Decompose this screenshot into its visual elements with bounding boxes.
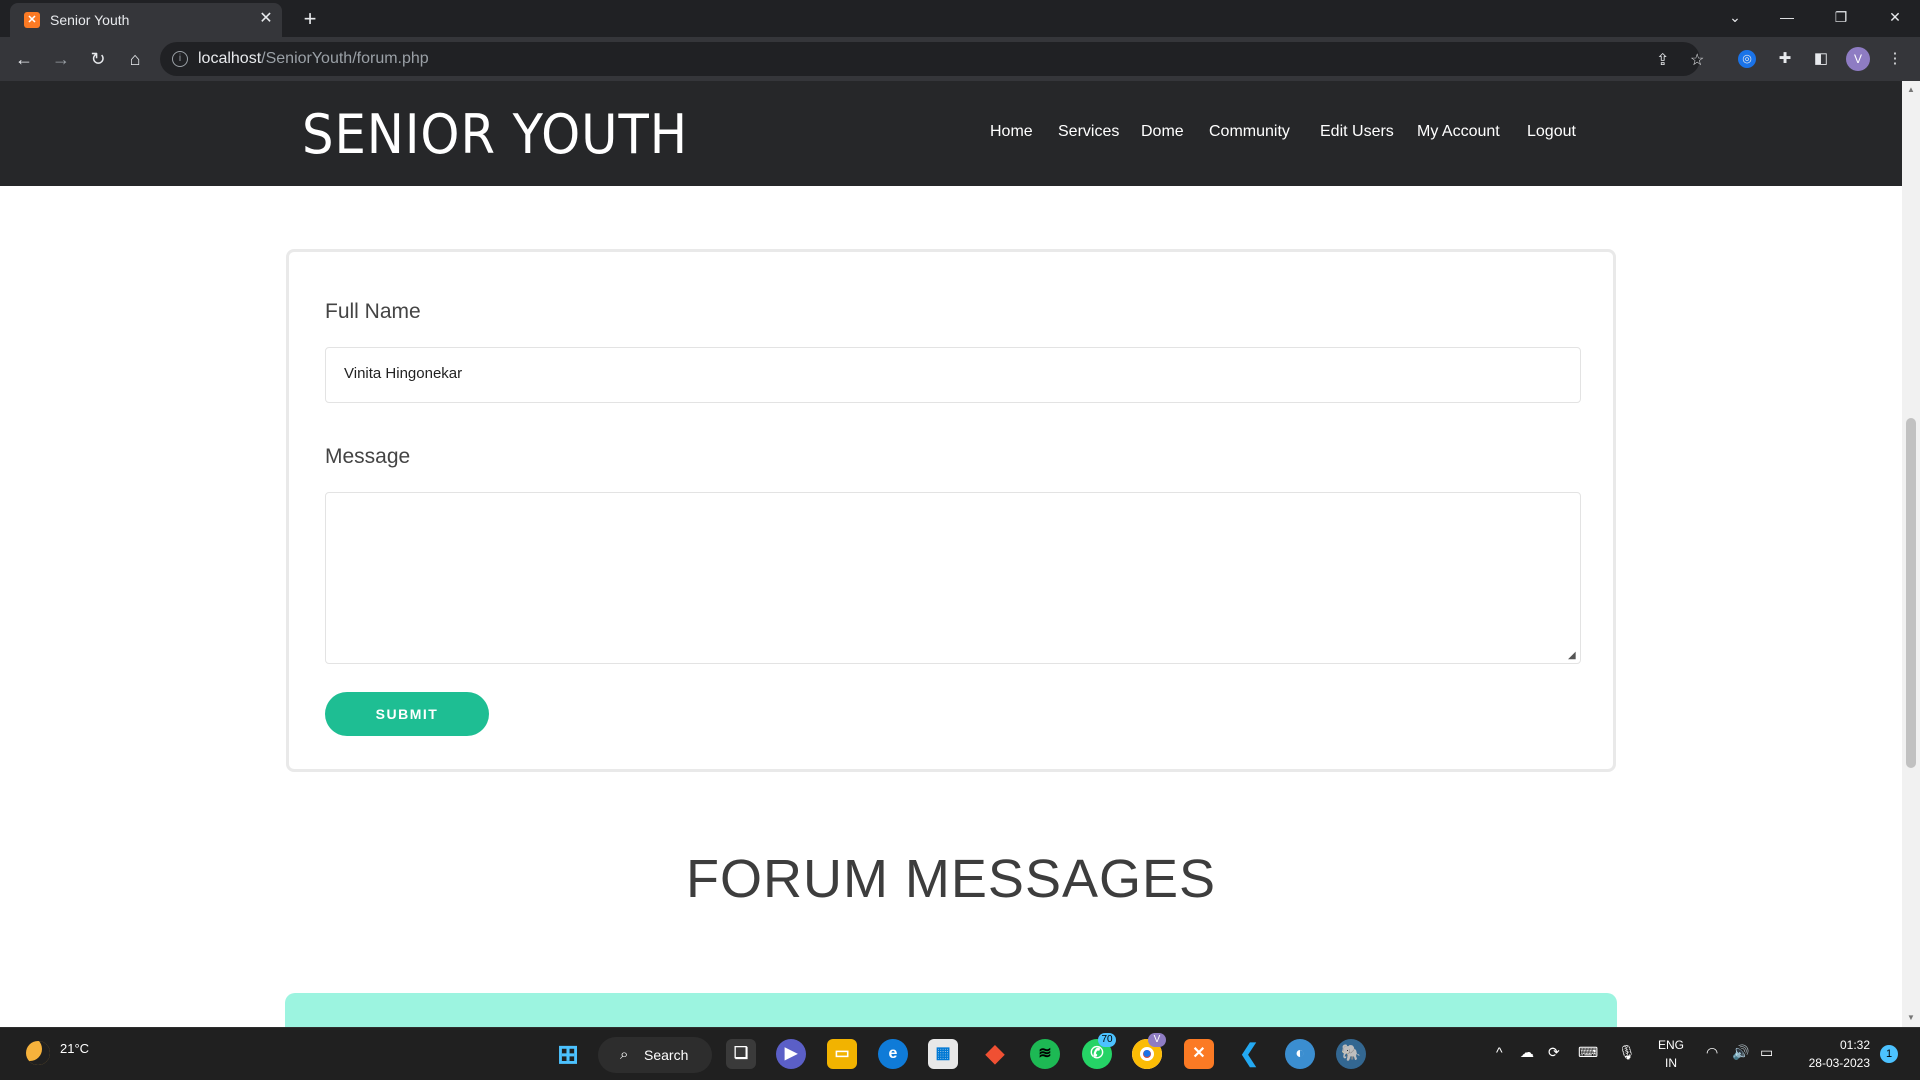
nav-services[interactable]: Services — [1058, 123, 1119, 141]
full-name-input[interactable]: Vinita Hingonekar — [325, 347, 1581, 403]
nav-my-account[interactable]: My Account — [1417, 123, 1500, 141]
extensions-puzzle-icon[interactable]: ✚ — [1774, 48, 1796, 70]
new-tab-button[interactable]: + — [296, 6, 324, 34]
windows-taskbar: 21°C ⊞ ⌕ Search ❏ ▶ ▭ e ▦ ◆ ≋ ✆ 70 ● V ✕… — [0, 1027, 1920, 1080]
volume-icon[interactable]: 🔊 — [1732, 1044, 1749, 1061]
wifi-icon[interactable]: ◠ — [1706, 1044, 1718, 1061]
site-header: SENIOR YOUTH Home Services Dome Communit… — [0, 81, 1902, 186]
notification-badge[interactable]: 1 — [1880, 1045, 1898, 1063]
region-code: IN — [1665, 1056, 1677, 1070]
profile-avatar[interactable]: V — [1846, 47, 1870, 71]
forum-messages-heading: FORUM MESSAGES — [685, 849, 1217, 909]
browser-tab-bar: ✕ Senior Youth ✕ + ⌄ — ❐ ✕ — [0, 0, 1920, 37]
taskbar-search[interactable]: ⌕ Search — [598, 1037, 712, 1073]
scroll-up-icon[interactable]: ▲ — [1907, 85, 1915, 94]
mysql-workbench-icon[interactable]: ◐ — [1285, 1039, 1315, 1069]
full-name-label: Full Name — [325, 300, 421, 323]
back-icon[interactable]: ← — [12, 47, 36, 71]
address-bar[interactable]: i localhost/SeniorYouth/forum.php ⇪ ☆ — [160, 42, 1704, 76]
close-window-button[interactable]: ✕ — [1872, 0, 1918, 34]
nav-dome[interactable]: Dome — [1141, 123, 1184, 141]
full-name-value: Vinita Hingonekar — [344, 365, 463, 382]
edge-browser-icon[interactable]: e — [878, 1039, 908, 1069]
bookmark-star-icon[interactable]: ☆ — [1690, 50, 1704, 70]
task-view-icon[interactable]: ❏ — [726, 1039, 756, 1069]
reload-icon[interactable]: ↻ — [86, 47, 110, 71]
search-icon: ⌕ — [620, 1046, 629, 1063]
forum-message-card — [285, 993, 1617, 1027]
clock-date: 28-03-2023 — [1808, 1056, 1870, 1070]
tab-search-icon[interactable]: ⌄ — [1712, 0, 1758, 34]
message-label: Message — [325, 445, 411, 468]
tab-close-icon[interactable]: ✕ — [256, 9, 276, 29]
xampp-icon[interactable]: ✕ — [1184, 1039, 1214, 1069]
chrome-profile-badge: V — [1148, 1033, 1166, 1047]
vscode-icon[interactable]: ❮ — [1234, 1039, 1264, 1069]
forum-form-card: Full Name Vinita Hingonekar Message ◢ SU… — [286, 249, 1616, 772]
git-icon[interactable]: ◆ — [980, 1039, 1010, 1069]
resize-handle-icon[interactable]: ◢ — [1568, 651, 1578, 661]
system-clock[interactable]: 01:32 28-03-2023 — [1790, 1036, 1870, 1072]
weather-temperature[interactable]: 21°C — [60, 1041, 89, 1056]
spotify-icon[interactable]: ≋ — [1030, 1039, 1060, 1069]
home-icon[interactable]: ⌂ — [123, 47, 147, 71]
nav-community[interactable]: Community — [1209, 123, 1290, 141]
page-scrollbar[interactable]: ▲ ▼ — [1902, 81, 1920, 1027]
submit-button[interactable]: SUBMIT — [325, 692, 489, 736]
menu-kebab-icon[interactable]: ⋮ — [1884, 48, 1906, 70]
microphone-icon[interactable]: 🎙 — [1618, 1044, 1636, 1061]
keyboard-icon[interactable]: ⌨ — [1578, 1044, 1598, 1061]
scroll-thumb[interactable] — [1906, 418, 1916, 768]
postgresql-icon[interactable]: 🐘 — [1336, 1039, 1366, 1069]
weather-moon-icon[interactable] — [26, 1041, 50, 1065]
share-icon[interactable]: ⇪ — [1656, 50, 1669, 70]
battery-icon[interactable]: ▭ — [1760, 1044, 1773, 1061]
clock-time: 01:32 — [1839, 1038, 1870, 1052]
teams-chat-icon[interactable]: ▶ — [776, 1039, 806, 1069]
microsoft-store-icon[interactable]: ▦ — [928, 1039, 958, 1069]
tab-title: Senior Youth — [50, 12, 130, 28]
windows-start-icon[interactable]: ⊞ — [553, 1039, 583, 1069]
minimize-button[interactable]: — — [1764, 0, 1810, 34]
onedrive-cloud-icon[interactable]: ☁ — [1520, 1044, 1534, 1061]
browser-toolbar: ← → ↻ ⌂ i localhost/SeniorYouth/forum.ph… — [0, 37, 1920, 81]
search-label: Search — [644, 1047, 689, 1063]
nav-edit-users[interactable]: Edit Users — [1320, 123, 1394, 141]
restore-button[interactable]: ❐ — [1818, 0, 1864, 34]
scroll-down-icon[interactable]: ▼ — [1907, 1013, 1915, 1022]
message-textarea[interactable]: ◢ — [325, 492, 1581, 664]
nav-logout[interactable]: Logout — [1527, 123, 1576, 141]
file-explorer-icon[interactable]: ▭ — [827, 1039, 857, 1069]
forward-icon[interactable]: → — [49, 47, 73, 71]
show-hidden-icons-icon[interactable]: ^ — [1496, 1044, 1503, 1060]
sync-icon[interactable]: ⟳ — [1548, 1044, 1560, 1061]
url-text: localhost/SeniorYouth/forum.php — [198, 50, 429, 67]
language-code: ENG — [1658, 1038, 1685, 1052]
nav-home[interactable]: Home — [990, 123, 1033, 141]
site-info-icon[interactable]: i — [172, 51, 188, 67]
side-panel-icon[interactable]: ◧ — [1810, 48, 1832, 70]
browser-tab[interactable]: ✕ Senior Youth ✕ — [10, 3, 282, 37]
whatsapp-badge: 70 — [1098, 1033, 1116, 1047]
xampp-favicon-icon: ✕ — [24, 12, 40, 28]
language-indicator[interactable]: ENG IN — [1658, 1036, 1684, 1072]
extension-icon[interactable]: ◎ — [1738, 50, 1756, 68]
site-logo[interactable]: SENIOR YOUTH — [302, 103, 688, 166]
